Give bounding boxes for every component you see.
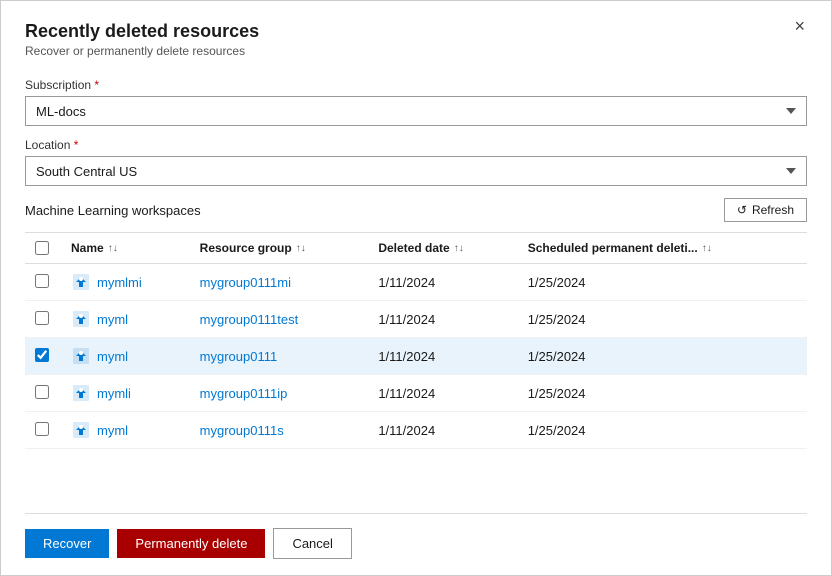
dialog-title: Recently deleted resources	[25, 21, 259, 42]
resources-table: Name ↑↓ Resource group ↑↓ Deleted date	[25, 233, 807, 449]
row-scheduled-date: 1/25/2024	[518, 301, 807, 338]
refresh-button[interactable]: ↺ Refresh	[724, 198, 807, 222]
row-scheduled-date: 1/25/2024	[518, 338, 807, 375]
cancel-button[interactable]: Cancel	[273, 528, 351, 559]
row-checkbox[interactable]	[35, 274, 49, 288]
row-resource-group: mygroup0111mi	[190, 264, 369, 301]
dialog-subtitle: Recover or permanently delete resources	[25, 44, 259, 58]
permanently-delete-button[interactable]: Permanently delete	[117, 529, 265, 558]
dialog-footer: Recover Permanently delete Cancel	[25, 513, 807, 575]
row-name[interactable]: myml	[97, 349, 128, 364]
row-checkbox-cell	[25, 301, 61, 338]
row-name-cell: myml	[61, 338, 190, 375]
row-resource-group: mygroup0111ip	[190, 375, 369, 412]
subscription-field: Subscription * ML-docs	[25, 78, 807, 138]
resource-group-link[interactable]: mygroup0111ip	[200, 386, 288, 401]
select-all-checkbox[interactable]	[35, 241, 49, 255]
workspace-icon	[71, 272, 91, 292]
workspace-icon	[71, 383, 91, 403]
row-deleted-date: 1/11/2024	[368, 301, 517, 338]
row-name-cell: myml	[61, 301, 190, 338]
row-checkbox-cell	[25, 412, 61, 449]
table-row: myml mygroup0111test 1/11/20241/25/2024	[25, 301, 807, 338]
resource-group-link[interactable]: mygroup0111	[200, 349, 278, 364]
resource-group-link[interactable]: mygroup0111s	[200, 423, 284, 438]
row-name[interactable]: mymli	[97, 386, 131, 401]
scheduled-sort-icon[interactable]: ↑↓	[702, 243, 712, 254]
table-container: Name ↑↓ Resource group ↑↓ Deleted date	[25, 232, 807, 509]
dialog-header: Recently deleted resources Recover or pe…	[25, 21, 807, 74]
workspace-icon	[71, 420, 91, 440]
dialog: Recently deleted resources Recover or pe…	[0, 0, 832, 576]
row-deleted-date: 1/11/2024	[368, 264, 517, 301]
table-row: myml mygroup0111s 1/11/20241/25/2024	[25, 412, 807, 449]
row-resource-group: mygroup0111test	[190, 301, 369, 338]
row-deleted-date: 1/11/2024	[368, 375, 517, 412]
section-header: Machine Learning workspaces ↺ Refresh	[25, 198, 807, 222]
location-dropdown[interactable]: South Central US	[25, 156, 807, 186]
row-checkbox-cell	[25, 375, 61, 412]
row-scheduled-date: 1/25/2024	[518, 375, 807, 412]
name-sort-icon[interactable]: ↑↓	[108, 243, 118, 254]
th-deleted-date: Deleted date ↑↓	[368, 233, 517, 264]
row-checkbox-cell	[25, 338, 61, 375]
subscription-dropdown[interactable]: ML-docs	[25, 96, 807, 126]
row-checkbox-cell	[25, 264, 61, 301]
row-checkbox[interactable]	[35, 422, 49, 436]
workspace-icon	[71, 346, 91, 366]
row-scheduled-date: 1/25/2024	[518, 412, 807, 449]
row-name-cell: mymlmi	[61, 264, 190, 301]
section-label: Machine Learning workspaces	[25, 203, 201, 218]
header-close-area: ×	[792, 17, 807, 35]
title-area: Recently deleted resources Recover or pe…	[25, 21, 259, 74]
th-resource-group: Resource group ↑↓	[190, 233, 369, 264]
table-row: myml mygroup0111 1/11/20241/25/2024	[25, 338, 807, 375]
refresh-icon: ↺	[737, 203, 747, 217]
table-header-row: Name ↑↓ Resource group ↑↓ Deleted date	[25, 233, 807, 264]
th-scheduled: Scheduled permanent deleti... ↑↓	[518, 233, 807, 264]
row-resource-group: mygroup0111s	[190, 412, 369, 449]
location-label: Location *	[25, 138, 807, 152]
row-deleted-date: 1/11/2024	[368, 338, 517, 375]
workspace-icon	[71, 309, 91, 329]
th-name: Name ↑↓	[61, 233, 190, 264]
close-button[interactable]: ×	[792, 17, 807, 35]
refresh-label: Refresh	[752, 203, 794, 217]
row-name[interactable]: myml	[97, 312, 128, 327]
row-resource-group: mygroup0111	[190, 338, 369, 375]
deleted-date-sort-icon[interactable]: ↑↓	[454, 243, 464, 254]
subscription-label: Subscription *	[25, 78, 807, 92]
row-name[interactable]: myml	[97, 423, 128, 438]
row-checkbox[interactable]	[35, 311, 49, 325]
location-field: Location * South Central US	[25, 138, 807, 198]
row-checkbox[interactable]	[35, 385, 49, 399]
row-name-cell: myml	[61, 412, 190, 449]
row-checkbox[interactable]	[35, 348, 49, 362]
table-row: mymlmi mygroup0111mi 1/11/20241/25/2024	[25, 264, 807, 301]
resource-group-link[interactable]: mygroup0111test	[200, 312, 299, 327]
recover-button[interactable]: Recover	[25, 529, 109, 558]
row-scheduled-date: 1/25/2024	[518, 264, 807, 301]
row-deleted-date: 1/11/2024	[368, 412, 517, 449]
resource-group-link[interactable]: mygroup0111mi	[200, 275, 291, 290]
th-checkbox	[25, 233, 61, 264]
row-name-cell: mymli	[61, 375, 190, 412]
row-name[interactable]: mymlmi	[97, 275, 142, 290]
table-row: mymli mygroup0111ip 1/11/20241/25/2024	[25, 375, 807, 412]
resource-group-sort-icon[interactable]: ↑↓	[296, 243, 306, 254]
